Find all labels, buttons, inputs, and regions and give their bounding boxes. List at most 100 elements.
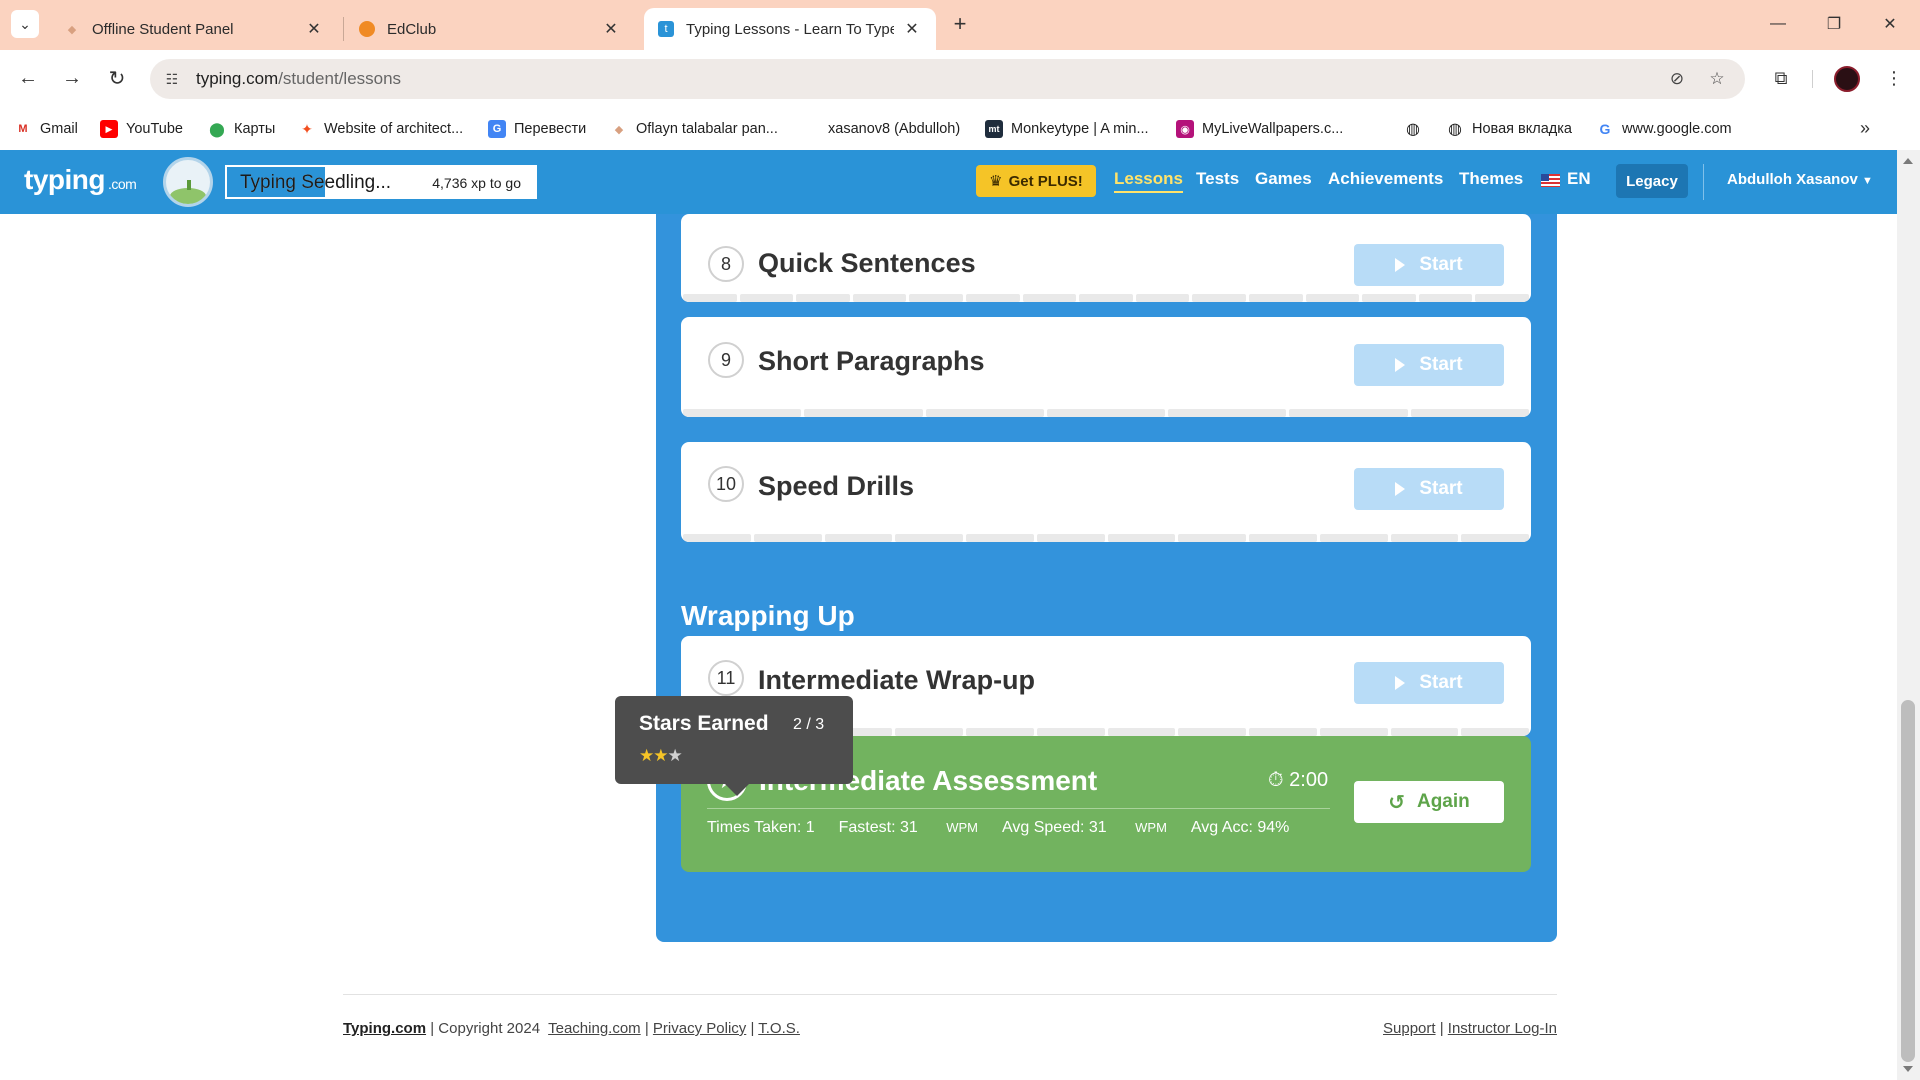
lesson-card[interactable]: 10 Speed Drills Start <box>681 442 1531 542</box>
lesson-card[interactable]: 9 Short Paragraphs Start <box>681 317 1531 417</box>
start-button[interactable]: Start <box>1354 662 1504 704</box>
tab-edclub[interactable]: EdClub ✕ <box>345 8 635 50</box>
star-bookmark-icon[interactable]: ☆ <box>1705 67 1729 91</box>
logo-text: typing <box>24 164 106 195</box>
bookmark-label: www.google.com <box>1622 121 1732 137</box>
assessment-timer: ⏱ 2:00 <box>1268 769 1328 792</box>
language-selector[interactable]: EN <box>1567 169 1591 189</box>
close-window-button[interactable]: ✕ <box>1862 0 1918 48</box>
nav-games[interactable]: Games <box>1255 169 1312 189</box>
stars-tooltip: Stars Earned 2 / 3 ★★★ <box>615 696 853 796</box>
assessment-divider <box>707 808 1330 809</box>
maps-pin-icon: ⬤ <box>209 120 225 137</box>
legacy-button[interactable]: Legacy <box>1616 164 1688 198</box>
bookmark-mylivewallpapers[interactable]: ◉ MyLiveWallpapers.c... <box>1176 116 1343 142</box>
bookmark-label: Перевести <box>514 121 587 137</box>
get-plus-button[interactable]: ♛ Get PLUS! <box>976 165 1096 197</box>
footer-brand-link[interactable]: Typing.com <box>343 1020 426 1037</box>
tab-search-button[interactable]: ⌄ <box>11 10 39 38</box>
start-button[interactable]: Start <box>1354 344 1504 386</box>
close-tab-icon[interactable]: ✕ <box>601 19 621 39</box>
crown-icon: ♛ <box>989 173 1003 190</box>
bookmark-translate[interactable]: G Перевести <box>488 116 586 142</box>
history-icon: ↺ <box>1388 791 1405 814</box>
header-divider <box>1703 164 1704 200</box>
bookmark-youtube[interactable]: ▶ YouTube <box>100 116 183 142</box>
instructor-login-link[interactable]: Instructor Log-In <box>1448 1020 1557 1037</box>
toolbar-divider <box>1812 70 1813 88</box>
restore-button[interactable]: ❐ <box>1806 0 1862 48</box>
nav-lessons[interactable]: Lessons <box>1114 169 1183 193</box>
lesson-progress <box>683 409 1529 417</box>
start-button[interactable]: Start <box>1354 468 1504 510</box>
bookmark-new-tab[interactable]: ◍ Новая вкладка <box>1446 116 1572 142</box>
new-tab-button[interactable]: + <box>948 11 972 36</box>
xp-progress-bar[interactable]: Typing Seedling... 4,736 xp to go <box>225 165 537 199</box>
scroll-down-arrow-icon[interactable] <box>1903 1066 1913 1072</box>
bookmark-xasanov8[interactable]: xasanov8 (Abdulloh) <box>828 116 960 142</box>
close-tab-icon[interactable]: ✕ <box>902 19 922 39</box>
url-text[interactable]: typing.com/student/lessons <box>196 69 401 89</box>
bookmark-google[interactable]: Gwww.google.com <box>1596 116 1732 142</box>
menu-dots-icon[interactable]: ⋮ <box>1880 64 1908 92</box>
privacy-policy-link[interactable]: Privacy Policy <box>653 1020 746 1037</box>
start-button[interactable]: Start <box>1354 244 1504 286</box>
bookmark-label: YouTube <box>126 121 183 137</box>
stopwatch-icon: ⏱ <box>1268 769 1284 791</box>
tab-offline-student-panel[interactable]: ◆ Offline Student Panel ✕ <box>50 8 338 50</box>
forward-button[interactable]: → <box>56 62 88 94</box>
typing-logo[interactable]: typing .com <box>24 164 137 196</box>
nav-tests[interactable]: Tests <box>1196 169 1239 189</box>
eye-off-icon[interactable]: ⊘ <box>1665 67 1689 91</box>
lesson-card[interactable]: 8 Quick Sentences Start <box>681 214 1531 302</box>
again-button[interactable]: ↺ Again <box>1354 781 1504 823</box>
more-bookmarks-icon[interactable]: » <box>1860 118 1870 139</box>
reload-button[interactable]: ↻ <box>101 62 133 94</box>
extensions-icon[interactable]: ⧉ <box>1767 64 1795 92</box>
bookmark-globe[interactable]: ◍ <box>1404 116 1430 142</box>
user-avatar[interactable] <box>163 157 213 207</box>
site-info-icon[interactable]: ☷ <box>162 69 182 89</box>
section-heading: Wrapping Up <box>681 600 855 631</box>
footer-right-links: Support | Instructor Log-In <box>1383 1020 1557 1037</box>
start-label: Start <box>1419 672 1463 693</box>
tab-title: Typing Lessons - Learn To Type <box>686 20 894 38</box>
profile-avatar[interactable] <box>1834 66 1860 92</box>
address-bar[interactable]: ☷ typing.com/student/lessons ⊘ ☆ <box>150 59 1745 99</box>
bookmark-maps[interactable]: ⬤ Карты <box>208 116 275 142</box>
footer-divider <box>343 994 1557 995</box>
tos-link[interactable]: T.O.S. <box>758 1020 800 1037</box>
assessment-stats: Times Taken: 1 Fastest: 31 WPM Avg Speed: … <box>707 819 1313 837</box>
page-scrollbar[interactable] <box>1897 150 1920 1080</box>
play-icon <box>1395 676 1406 690</box>
nav-themes[interactable]: Themes <box>1459 169 1523 189</box>
gmail-icon: M <box>18 123 28 135</box>
bookmark-monkeytype[interactable]: mt Monkeytype | A min... <box>985 116 1149 142</box>
support-link[interactable]: Support <box>1383 1020 1436 1037</box>
scroll-up-arrow-icon[interactable] <box>1903 158 1913 164</box>
teaching-link[interactable]: Teaching.com <box>548 1020 641 1037</box>
scrollbar-thumb[interactable] <box>1901 700 1915 1062</box>
wallpaper-icon: ◉ <box>1176 120 1194 138</box>
globe-icon: ◍ <box>1406 121 1420 138</box>
bookmarks-bar: M Gmail ▶ YouTube ⬤ Карты ✦ Website of archi… <box>0 108 1920 150</box>
nav-achievements[interactable]: Achievements <box>1328 169 1443 189</box>
minimize-button[interactable]: — <box>1750 0 1806 48</box>
user-menu[interactable]: Abdulloh Xasanov ▼ <box>1727 171 1873 188</box>
lesson-title: Intermediate Wrap-up <box>758 665 1036 695</box>
tab-typing-lessons[interactable]: t Typing Lessons - Learn To Type ✕ <box>644 8 936 50</box>
avg-speed-value: Avg Speed: 31 <box>1002 819 1107 836</box>
back-button[interactable]: ← <box>12 62 44 94</box>
start-label: Start <box>1419 354 1463 375</box>
lesson-number: 11 <box>708 660 744 696</box>
bookmark-oflayn-talabalar[interactable]: ◆ Oflayn talabalar pan... <box>610 116 778 142</box>
tab-title: EdClub <box>387 20 437 38</box>
play-icon <box>1395 358 1406 372</box>
bookmark-label: Website of architect... <box>324 121 464 137</box>
close-tab-icon[interactable]: ✕ <box>304 19 324 39</box>
lesson-number: 10 <box>708 466 744 502</box>
bookmark-website-architect[interactable]: ✦ Website of architect... <box>298 116 463 142</box>
lessons-panel: 8 Quick Sentences Start 9 Short Paragrap… <box>656 214 1557 942</box>
avatar-sprout <box>187 180 191 190</box>
bookmark-gmail[interactable]: M Gmail <box>14 116 77 142</box>
